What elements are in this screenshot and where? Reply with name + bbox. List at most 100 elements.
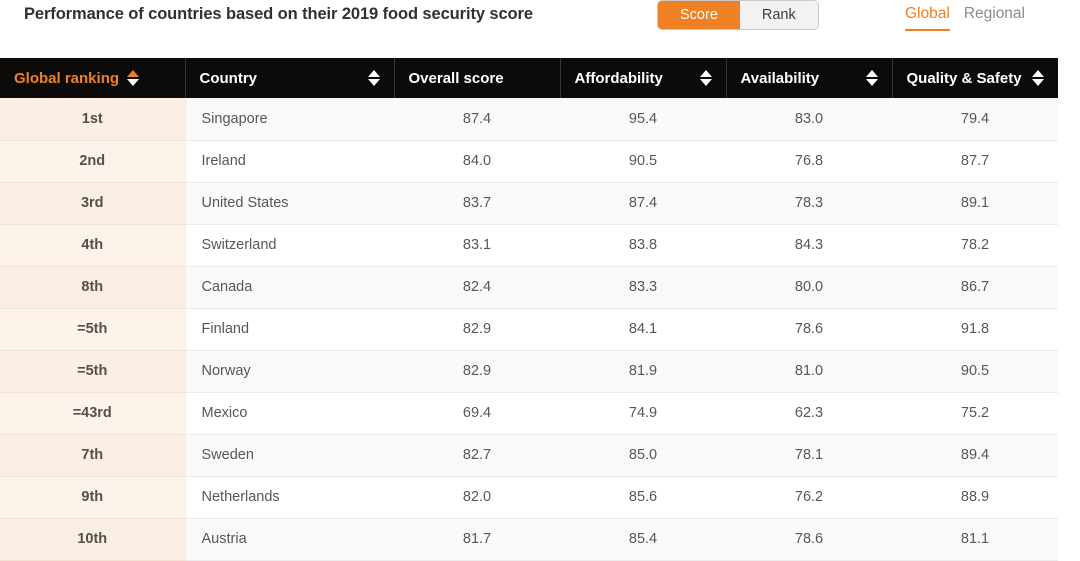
cell-country: Netherlands bbox=[185, 476, 394, 518]
cell-country: Canada bbox=[185, 266, 394, 308]
column-header-affordability[interactable]: Affordability bbox=[560, 58, 726, 98]
cell-country: Ireland bbox=[185, 140, 394, 182]
tab-global[interactable]: Global bbox=[905, 2, 950, 31]
column-header-overall-score[interactable]: Overall score bbox=[394, 58, 560, 98]
cell-affordability: 81.9 bbox=[560, 350, 726, 392]
column-header-affordability-label: Affordability bbox=[575, 70, 663, 87]
cell-global-ranking: 10th bbox=[0, 518, 185, 560]
cell-quality-safety: 89.1 bbox=[892, 182, 1058, 224]
ranking-table: Global ranking Country bbox=[0, 58, 1058, 561]
cell-quality-safety: 78.2 bbox=[892, 224, 1058, 266]
cell-quality-safety: 81.1 bbox=[892, 518, 1058, 560]
page-header: Performance of countries based on their … bbox=[0, 0, 1080, 46]
table-row[interactable]: 7thSweden82.785.078.189.4 bbox=[0, 434, 1058, 476]
table-row[interactable]: 8thCanada82.483.380.086.7 bbox=[0, 266, 1058, 308]
table-row[interactable]: 3rdUnited States83.787.478.389.1 bbox=[0, 182, 1058, 224]
cell-global-ranking: 7th bbox=[0, 434, 185, 476]
cell-affordability: 95.4 bbox=[560, 98, 726, 140]
cell-availability: 78.6 bbox=[726, 308, 892, 350]
cell-global-ranking: =5th bbox=[0, 308, 185, 350]
table-row[interactable]: =43rdMexico69.474.962.375.2 bbox=[0, 392, 1058, 434]
cell-overall-score: 83.1 bbox=[394, 224, 560, 266]
cell-country: United States bbox=[185, 182, 394, 224]
cell-availability: 78.6 bbox=[726, 518, 892, 560]
cell-overall-score: 84.0 bbox=[394, 140, 560, 182]
cell-availability: 78.1 bbox=[726, 434, 892, 476]
cell-affordability: 90.5 bbox=[560, 140, 726, 182]
column-header-overall-score-label: Overall score bbox=[409, 70, 504, 87]
cell-overall-score: 82.0 bbox=[394, 476, 560, 518]
table-row[interactable]: 1stSingapore87.495.483.079.4 bbox=[0, 98, 1058, 140]
cell-global-ranking: 9th bbox=[0, 476, 185, 518]
mode-toggle-score[interactable]: Score bbox=[658, 1, 740, 29]
cell-country: Mexico bbox=[185, 392, 394, 434]
cell-affordability: 74.9 bbox=[560, 392, 726, 434]
cell-affordability: 83.3 bbox=[560, 266, 726, 308]
cell-global-ranking: 3rd bbox=[0, 182, 185, 224]
column-header-global-ranking-label: Global ranking bbox=[14, 70, 119, 87]
column-header-availability[interactable]: Availability bbox=[726, 58, 892, 98]
table-row[interactable]: =5thFinland82.984.178.691.8 bbox=[0, 308, 1058, 350]
cell-quality-safety: 87.7 bbox=[892, 140, 1058, 182]
column-header-quality-safety-label: Quality & Safety bbox=[907, 70, 1022, 87]
table-row[interactable]: 9thNetherlands82.085.676.288.9 bbox=[0, 476, 1058, 518]
cell-quality-safety: 75.2 bbox=[892, 392, 1058, 434]
table-header: Global ranking Country bbox=[0, 58, 1058, 98]
cell-affordability: 85.6 bbox=[560, 476, 726, 518]
cell-availability: 78.3 bbox=[726, 182, 892, 224]
cell-overall-score: 87.4 bbox=[394, 98, 560, 140]
cell-quality-safety: 90.5 bbox=[892, 350, 1058, 392]
cell-global-ranking: 8th bbox=[0, 266, 185, 308]
cell-availability: 81.0 bbox=[726, 350, 892, 392]
table-row[interactable]: 10thAustria81.785.478.681.1 bbox=[0, 518, 1058, 560]
cell-affordability: 85.0 bbox=[560, 434, 726, 476]
scope-tab-group[interactable]: Global Regional bbox=[905, 2, 1025, 31]
cell-overall-score: 69.4 bbox=[394, 392, 560, 434]
table-row[interactable]: 4thSwitzerland83.183.884.378.2 bbox=[0, 224, 1058, 266]
cell-availability: 76.2 bbox=[726, 476, 892, 518]
sort-arrows-icon[interactable] bbox=[1032, 70, 1044, 86]
column-header-quality-safety[interactable]: Quality & Safety bbox=[892, 58, 1058, 98]
sort-arrows-icon[interactable] bbox=[368, 70, 380, 86]
column-header-availability-label: Availability bbox=[741, 70, 820, 87]
column-header-country[interactable]: Country bbox=[185, 58, 394, 98]
mode-toggle-rank[interactable]: Rank bbox=[740, 1, 818, 29]
cell-country: Austria bbox=[185, 518, 394, 560]
sort-arrows-icon[interactable] bbox=[700, 70, 712, 86]
cell-country: Singapore bbox=[185, 98, 394, 140]
cell-availability: 76.8 bbox=[726, 140, 892, 182]
cell-country: Sweden bbox=[185, 434, 394, 476]
cell-quality-safety: 79.4 bbox=[892, 98, 1058, 140]
table-row[interactable]: 2ndIreland84.090.576.887.7 bbox=[0, 140, 1058, 182]
table-row[interactable]: =5thNorway82.981.981.090.5 bbox=[0, 350, 1058, 392]
cell-affordability: 83.8 bbox=[560, 224, 726, 266]
column-header-global-ranking[interactable]: Global ranking bbox=[0, 58, 185, 98]
sort-arrows-icon[interactable] bbox=[127, 70, 139, 86]
cell-overall-score: 82.4 bbox=[394, 266, 560, 308]
tab-regional[interactable]: Regional bbox=[964, 2, 1025, 29]
cell-quality-safety: 88.9 bbox=[892, 476, 1058, 518]
cell-global-ranking: 2nd bbox=[0, 140, 185, 182]
table-header-row: Global ranking Country bbox=[0, 58, 1058, 98]
ranking-table-container: Global ranking Country bbox=[0, 58, 1058, 561]
cell-country: Norway bbox=[185, 350, 394, 392]
sort-arrows-icon[interactable] bbox=[866, 70, 878, 86]
cell-availability: 62.3 bbox=[726, 392, 892, 434]
cell-global-ranking: 4th bbox=[0, 224, 185, 266]
cell-overall-score: 82.7 bbox=[394, 434, 560, 476]
cell-country: Switzerland bbox=[185, 224, 394, 266]
cell-quality-safety: 86.7 bbox=[892, 266, 1058, 308]
cell-availability: 83.0 bbox=[726, 98, 892, 140]
mode-toggle-group[interactable]: Score Rank bbox=[658, 1, 818, 29]
cell-overall-score: 83.7 bbox=[394, 182, 560, 224]
cell-affordability: 87.4 bbox=[560, 182, 726, 224]
page-title: Performance of countries based on their … bbox=[24, 5, 533, 24]
cell-quality-safety: 91.8 bbox=[892, 308, 1058, 350]
cell-global-ranking: =43rd bbox=[0, 392, 185, 434]
cell-overall-score: 82.9 bbox=[394, 308, 560, 350]
cell-country: Finland bbox=[185, 308, 394, 350]
column-header-country-label: Country bbox=[200, 70, 258, 87]
cell-global-ranking: =5th bbox=[0, 350, 185, 392]
cell-global-ranking: 1st bbox=[0, 98, 185, 140]
table-body: 1stSingapore87.495.483.079.42ndIreland84… bbox=[0, 98, 1058, 560]
